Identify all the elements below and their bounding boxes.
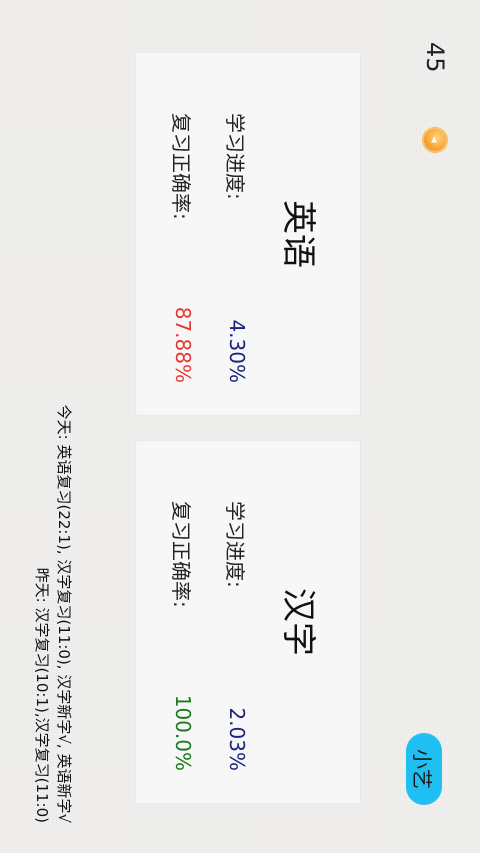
accuracy-value: 87.88% (171, 306, 195, 383)
accuracy-label: 复习正确率: (169, 113, 194, 220)
progress-row: 学习进度: 4.30% (222, 113, 252, 383)
coin-counter: 45 ◂ (390, 42, 480, 153)
header-bar: 45 ◂ 小艺 (390, 0, 480, 853)
progress-row: 学习进度: 2.03% (222, 501, 252, 771)
progress-label: 学习进度: (223, 113, 248, 200)
progress-value: 4.30% (225, 319, 249, 383)
card-title: 英语 (278, 200, 318, 268)
accuracy-row: 复习正确率: 100.0% (168, 501, 198, 771)
progress-value: 2.03% (225, 707, 249, 771)
english-card[interactable]: 英语 学习进度: 4.30% 复习正确率: 87.88% (136, 53, 360, 415)
progress-label: 学习进度: (223, 501, 248, 588)
rotated-stage: 45 ◂ 小艺 英语 学习进度: 4.30% 复习正确率: 87.88% 汉字 … (0, 0, 480, 853)
yesterday-log: 昨天: 汉字复习(10:1),汉字复习(11:0) (33, 567, 51, 823)
today-log: 今天: 英语复习(22:1), 汉字复习(11:0), 汉字新字√, 英语新字√ (55, 404, 73, 823)
user-button[interactable]: 小艺 (406, 733, 442, 805)
accuracy-row: 复习正确率: 87.88% (168, 113, 198, 383)
coin-count: 45 (421, 42, 449, 73)
accuracy-label: 复习正确率: (169, 501, 194, 608)
activity-log: 今天: 英语复习(22:1), 汉字复习(11:0), 汉字新字√, 英语新字√… (31, 0, 75, 853)
card-title: 汉字 (278, 588, 318, 656)
accuracy-value: 100.0% (171, 694, 195, 771)
hanzi-card[interactable]: 汉字 学习进度: 2.03% 复习正确率: 100.0% (136, 441, 360, 803)
coin-icon: ◂ (422, 126, 448, 153)
